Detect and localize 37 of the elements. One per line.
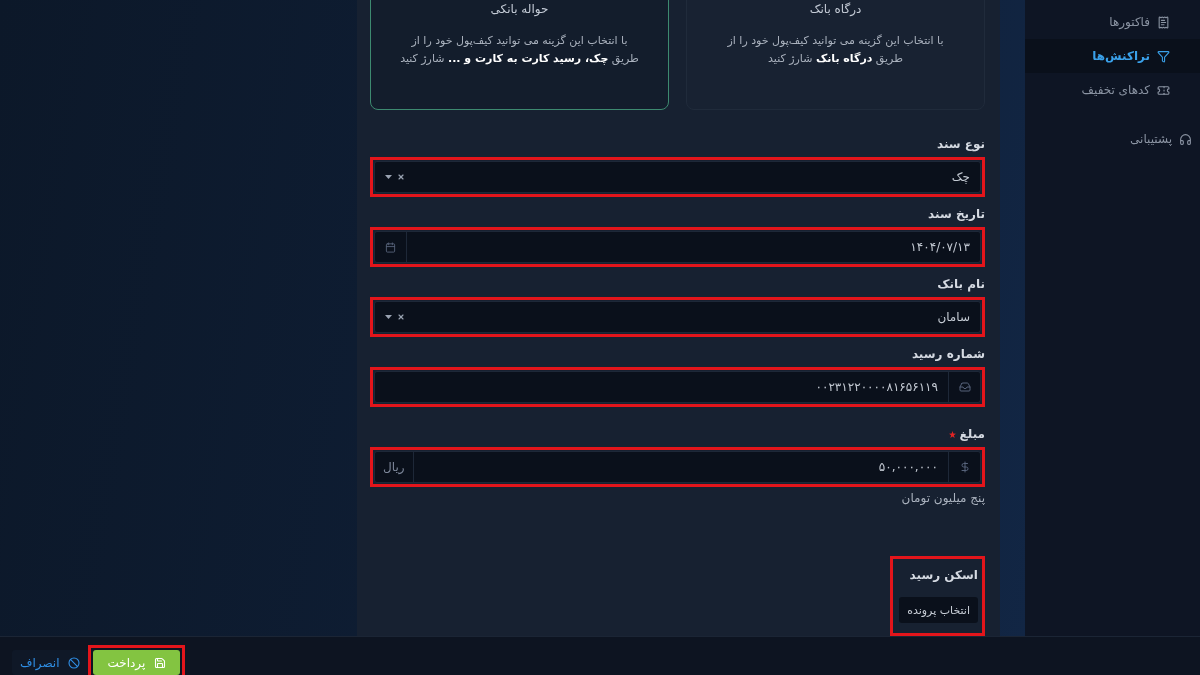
card-title: حواله بانکی — [490, 1, 549, 17]
card-description: با انتخاب این گزینه می توانید کیف‌پول خود را از طریق چک، رسید کارت به کارت و ... شارژ کنید — [399, 33, 640, 67]
clear-icon[interactable] — [397, 313, 405, 321]
receipt-icon — [1157, 15, 1170, 29]
help-text: پنج میلیون تومان — [900, 490, 985, 506]
date-field[interactable]: ۱۴۰۴/۰۷/۱۳ — [374, 231, 981, 263]
payment-option-card[interactable]: درگاه بانک با انتخاب این گزینه می توانید کیف‌پول خود را از طریق درگاه بانک شارژ کنید — [686, 0, 985, 110]
tray-icon — [958, 381, 971, 393]
sidebar-item[interactable]: تراکنش‌ها — [1025, 39, 1200, 73]
calendar-icon — [385, 241, 396, 253]
select-field[interactable]: سامان — [374, 301, 981, 333]
caret-icon[interactable] — [385, 175, 392, 179]
headphones-icon — [1179, 132, 1192, 146]
field-label: شماره رسید — [911, 346, 985, 362]
field-label: اسکن رسید — [909, 567, 978, 583]
cancel-link[interactable]: انصراف — [12, 650, 89, 675]
text-field[interactable]: ۰۰۲۳۱۲۲۰۰۰۰۸۱۶۵۶۱۱۹ — [374, 371, 981, 403]
field-label: مبلغ — [959, 426, 985, 442]
sidebar-item[interactable]: فاکتورها — [1025, 5, 1200, 39]
card-description: با انتخاب این گزینه می توانید کیف‌پول خود را از طریق درگاه بانک شارژ کنید — [726, 33, 945, 67]
field-label: تاریخ سند — [928, 206, 985, 222]
payment-option-card[interactable]: حواله بانکی با انتخاب این گزینه می توانید کیف‌پول خود را از طریق چک، رسید کارت به کارت و ... شارژ کنید — [370, 0, 669, 110]
field-label: نوع سند — [936, 136, 985, 152]
dollar-icon — [958, 461, 971, 473]
select-field[interactable]: چک — [374, 161, 981, 193]
ticket-icon — [1157, 83, 1170, 97]
sidebar-item[interactable]: پشتیبانی — [1025, 122, 1200, 156]
funnel-icon — [1157, 49, 1170, 63]
currency-addon: ریال — [375, 452, 414, 482]
caret-icon[interactable] — [385, 315, 392, 319]
choose-file-button[interactable]: انتخاب پرونده — [899, 597, 978, 623]
field-label: نام بانک — [937, 276, 985, 292]
sidebar-item[interactable]: کدهای تخفیف — [1025, 73, 1200, 107]
clear-icon[interactable] — [397, 173, 405, 181]
card-title: درگاه بانک — [809, 1, 862, 17]
ban-icon — [68, 656, 81, 669]
amount-field[interactable]: ۵۰,۰۰۰,۰۰۰ ریال — [374, 451, 981, 483]
